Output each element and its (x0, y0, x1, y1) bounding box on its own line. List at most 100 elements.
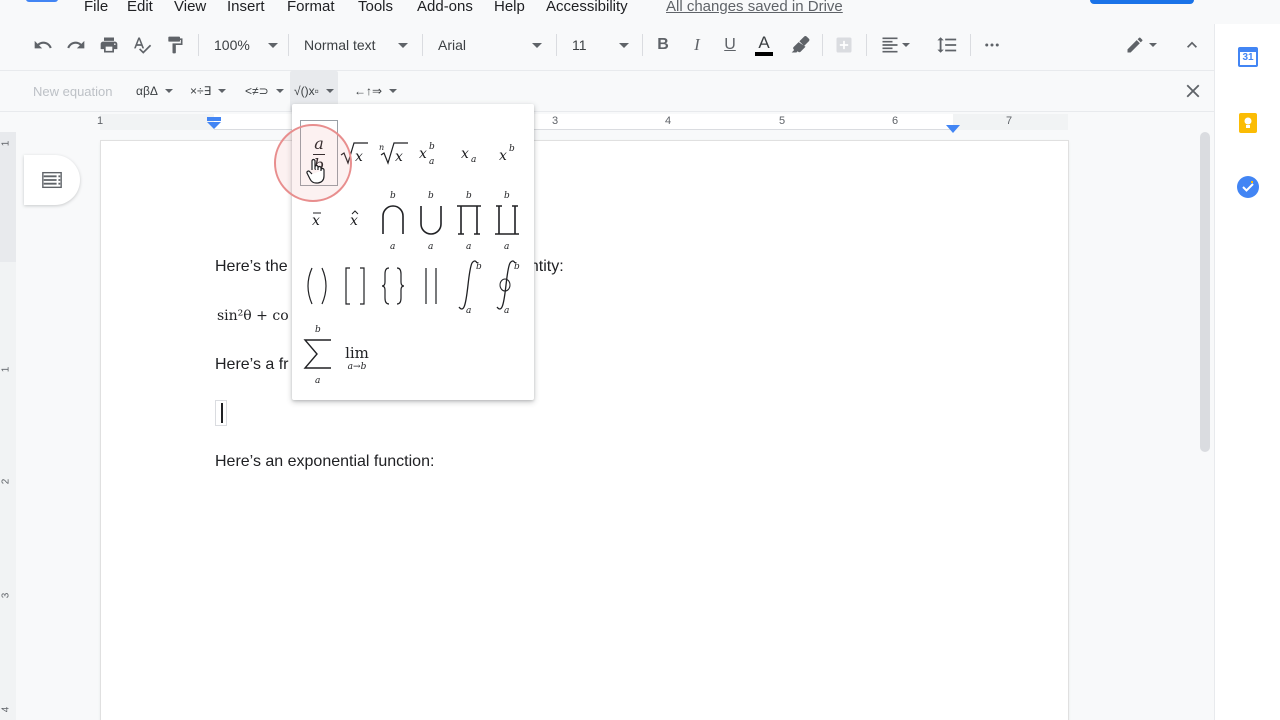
integral-symbol[interactable]: ba (452, 256, 486, 316)
menu-help[interactable]: Help (494, 0, 525, 15)
relations-menu[interactable]: <≠⊃ (245, 71, 284, 111)
braces-symbol[interactable] (376, 264, 410, 308)
zoom-select[interactable]: 100% (214, 24, 278, 66)
svg-text:a: a (504, 242, 509, 252)
chevron-down-icon (389, 89, 398, 93)
svg-text:a: a (390, 242, 395, 252)
menu-edit[interactable]: Edit (127, 0, 153, 15)
style-select[interactable]: Normal text (304, 24, 408, 66)
equation-sin-cos[interactable]: sin²θ + co (217, 308, 289, 324)
doc-line-fraction[interactable]: Here’s a fr (215, 356, 289, 374)
menu-label: √()x▫ (294, 84, 319, 98)
new-equation-button[interactable]: New equation (33, 84, 113, 99)
absolute-value-symbol[interactable] (414, 264, 448, 308)
menu-insert[interactable]: Insert (227, 0, 265, 15)
underline-button[interactable]: U (719, 24, 741, 66)
chevron-down-icon (325, 89, 334, 93)
style-value: Normal text (304, 37, 376, 53)
summation-symbol[interactable]: ba (300, 322, 336, 386)
svg-text:x: x (395, 149, 403, 165)
svg-text:b: b (509, 144, 515, 154)
font-size-select[interactable]: 11 (572, 24, 629, 66)
bar-accent-symbol[interactable]: x (302, 202, 332, 232)
italic-button[interactable]: I (686, 24, 708, 66)
greek-letters-menu[interactable]: αβΔ (136, 71, 173, 111)
font-select[interactable]: Arial (438, 24, 543, 66)
doc-line-exponential[interactable]: Here’s an exponential function: (215, 453, 434, 471)
font-size-value: 11 (572, 37, 587, 53)
svg-text:a: a (466, 306, 471, 315)
menu-tools[interactable]: Tools (358, 0, 393, 15)
left-indent-marker[interactable] (207, 116, 221, 129)
big-union-symbol[interactable]: ba (414, 188, 448, 252)
superscript-symbol[interactable]: xb (494, 138, 524, 168)
close-icon[interactable] (1182, 80, 1204, 102)
bold-button[interactable]: B (652, 24, 674, 66)
menu-accessibility[interactable]: Accessibility (546, 0, 628, 15)
nth-root-symbol[interactable]: nx (376, 138, 410, 168)
keep-icon[interactable] (1237, 112, 1259, 134)
divider (556, 34, 557, 56)
more-icon[interactable] (980, 24, 1004, 66)
equation-toolbar: New equation αβΔ ×÷∃ <≠⊃ √()x▫ ←↑⇒ (0, 70, 1214, 112)
line-spacing-icon[interactable] (934, 24, 960, 66)
svg-text:b: b (504, 191, 510, 201)
tasks-icon[interactable] (1237, 176, 1259, 198)
brackets-symbol[interactable] (338, 264, 372, 308)
svg-text:a: a (504, 306, 509, 315)
menu-addons[interactable]: Add-ons (417, 0, 473, 15)
spellcheck-icon[interactable] (129, 24, 155, 66)
undo-icon[interactable] (30, 24, 56, 66)
vruler-number: 1 (0, 366, 12, 373)
svg-text:b: b (466, 191, 472, 201)
subscript-symbol[interactable]: xa (456, 138, 486, 168)
doc-line-identity[interactable]: Here’s the (215, 258, 288, 276)
sub-superscript-symbol[interactable]: xba (416, 138, 446, 168)
collapse-toolbar-icon[interactable] (1180, 24, 1204, 66)
share-button[interactable] (1090, 0, 1194, 4)
align-icon[interactable] (878, 24, 912, 66)
scrollbar[interactable] (1200, 132, 1210, 452)
side-panel: 31 (1214, 24, 1280, 720)
insert-link-icon[interactable] (833, 24, 855, 66)
operations-menu[interactable]: ×÷∃ (190, 71, 227, 111)
ruler-track (100, 114, 1068, 130)
menu-view[interactable]: View (174, 0, 206, 15)
chevron-down-icon (618, 42, 629, 48)
print-icon[interactable] (96, 24, 122, 66)
hat-accent-symbol[interactable]: x (340, 202, 370, 232)
svg-text:b: b (476, 262, 482, 272)
chevron-down-icon (902, 43, 910, 47)
parentheses-symbol[interactable] (300, 264, 334, 308)
document-outline-button[interactable] (24, 155, 80, 205)
big-intersection-symbol[interactable]: ba (376, 188, 410, 252)
menu-file[interactable]: File (84, 0, 108, 15)
menu-format[interactable]: Format (287, 0, 335, 15)
divider (422, 34, 423, 56)
horizontal-ruler[interactable]: 1 3 4 5 6 7 (0, 114, 1214, 133)
divider (866, 34, 867, 56)
save-status[interactable]: All changes saved in Drive (666, 0, 843, 15)
text-color-button[interactable]: A (752, 24, 776, 66)
ruler-left-margin (100, 114, 214, 130)
limit-symbol[interactable]: lim a→b (338, 338, 376, 378)
divider (970, 34, 971, 56)
editing-mode-icon[interactable] (1120, 24, 1162, 66)
paint-format-icon[interactable] (162, 24, 188, 66)
product-symbol[interactable]: ba (452, 188, 486, 252)
contour-integral-symbol[interactable]: ba (490, 256, 524, 316)
vruler-number: 2 (0, 478, 12, 485)
coproduct-symbol[interactable]: ba (490, 188, 524, 252)
svg-text:a: a (471, 155, 476, 165)
redo-icon[interactable] (63, 24, 89, 66)
svg-text:a: a (315, 376, 320, 386)
highlight-icon[interactable] (788, 24, 812, 66)
calendar-icon[interactable]: 31 (1237, 46, 1259, 68)
right-indent-marker[interactable] (946, 120, 960, 133)
svg-text:x: x (419, 146, 427, 162)
docs-logo[interactable] (26, 0, 58, 2)
chevron-down-icon (532, 42, 543, 48)
document-page[interactable]: Here’s the entity: sin²θ + co Here’s a f… (101, 141, 1068, 720)
svg-text:a: a (466, 242, 471, 252)
menu-label: <≠⊃ (245, 84, 269, 98)
